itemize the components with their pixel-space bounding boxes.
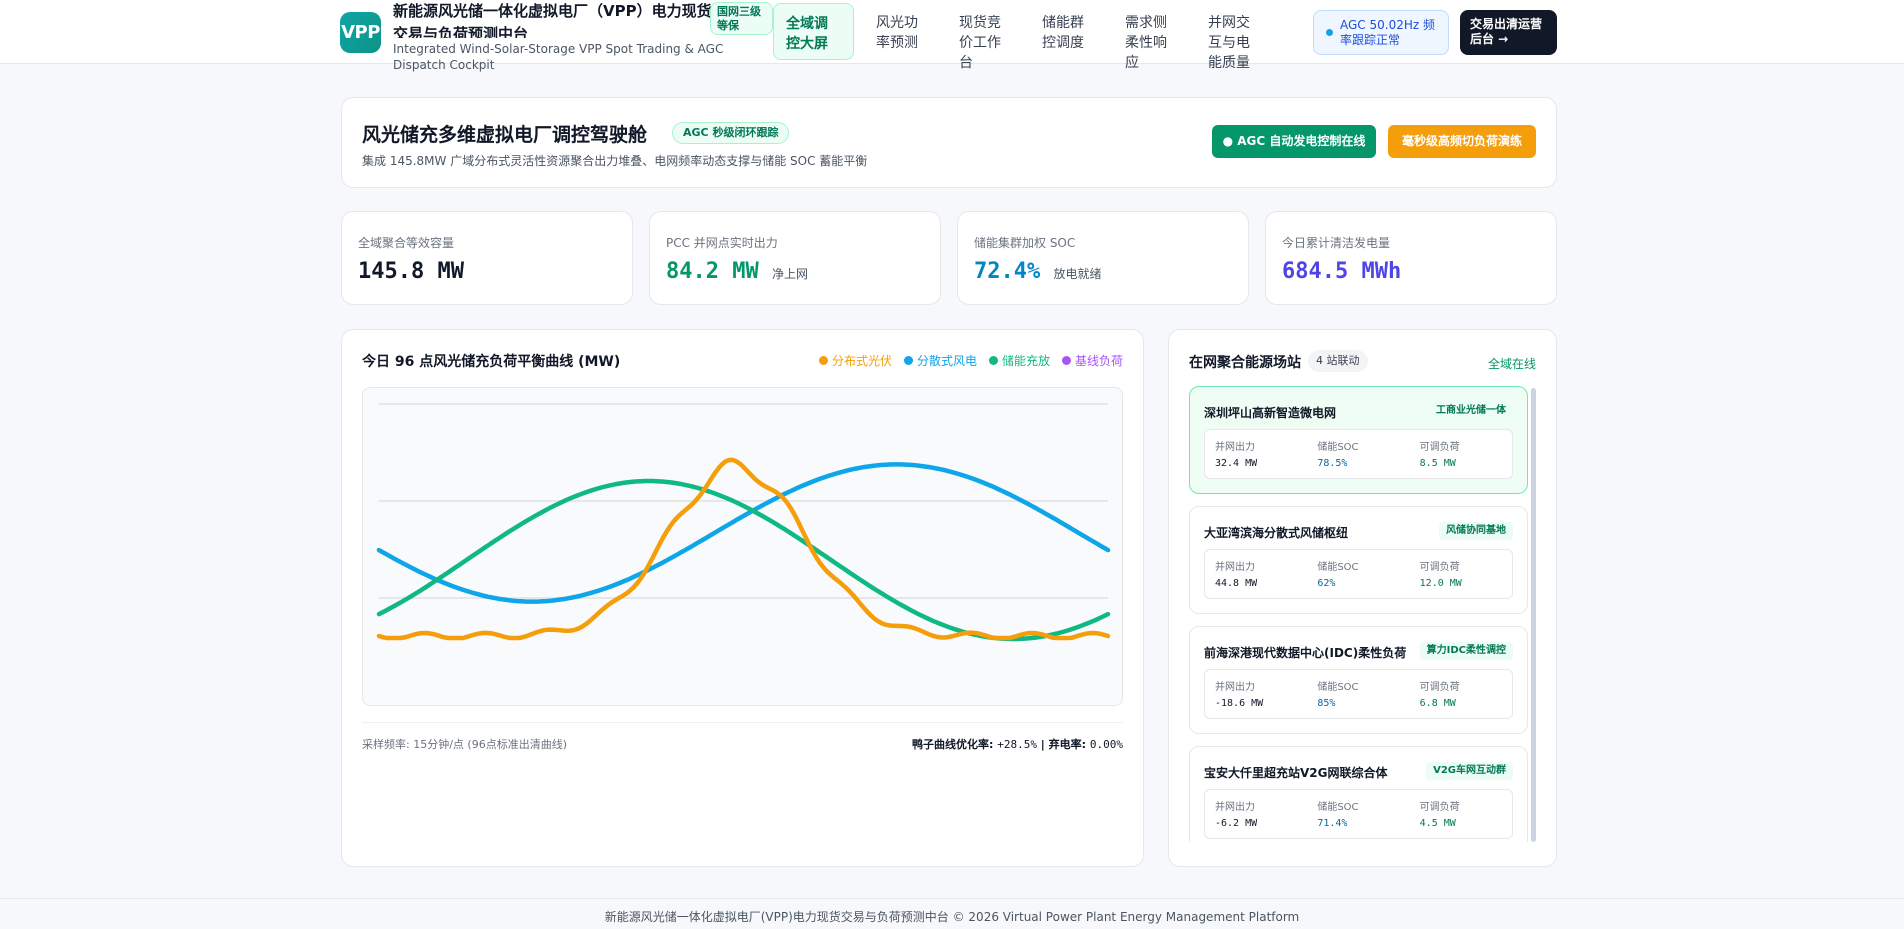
legend-item-wind[interactable]: 分散式风电 <box>903 352 977 369</box>
kpi-card-pcc-output: PCC 并网点实时出力 84.2 MW 净上网 <box>649 211 941 305</box>
station-card[interactable]: 宝安大仟里超充站V2G网联综合体 V2G车网互动群 并网出力 -6.2 MW 储能… <box>1189 746 1528 842</box>
trading-admin-button[interactable]: 交易出清运营后台 → <box>1460 10 1557 55</box>
station-card[interactable]: 大亚湾滨海分散式风储枢纽 风储协同基地 并网出力 44.8 MW 储能SOC 62%… <box>1189 506 1528 614</box>
stations-panel: 在网聚合能源场站 4 站联动 全域在线 深圳坪山高新智造微电网 工商业光储一体 … <box>1168 329 1557 867</box>
balance-chart-svg <box>376 403 1111 642</box>
stations-list[interactable]: 深圳坪山高新智造微电网 工商业光储一体 并网出力 32.4 MW 储能SOC 78.… <box>1189 386 1528 842</box>
station-tag: V2G车网互动群 <box>1426 762 1513 780</box>
app-title: 新能源风光储一体化虚拟电厂（VPP）电力现货交易与负荷预测中台 <box>393 2 712 38</box>
kpi-card-capacity: 全域聚合等效容量 145.8 MW <box>341 211 633 305</box>
station-metrics: 并网出力 -18.6 MW 储能SOC 85% 可调负荷 6.8 MW <box>1204 669 1513 719</box>
station-tag: 算力IDC柔性调控 <box>1419 642 1513 660</box>
vpp-logo[interactable]: VPP <box>340 12 381 53</box>
kpi-value: 72.4% 放电就绪 <box>974 259 1102 284</box>
legend-item-solar[interactable]: 分布式光伏 <box>818 352 892 369</box>
nav-tab-storage[interactable]: 储能群控调度 <box>1030 3 1107 60</box>
agc-status-text: AGC 50.02Hz 频率跟踪正常 <box>1340 18 1435 47</box>
legend-item-storage[interactable]: 储能充放 <box>988 352 1050 369</box>
chart-legend: 分布式光伏 分散式风电 储能充放 基线负荷 <box>807 352 1123 369</box>
kpi-value: 684.5 MWh <box>1282 259 1402 284</box>
page-footer: 新能源风光储一体化虚拟电厂(VPP)电力现货交易与负荷预测中台 © 2026 V… <box>0 898 1904 929</box>
main-nav: 全域调控大屏 风光功率预测 现货竞价工作台 储能群控调度 需求侧柔性响应 并网交… <box>773 3 1279 71</box>
status-dot-icon <box>1326 29 1333 36</box>
nav-tab-demand-response[interactable]: 需求侧柔性响应 <box>1113 3 1190 71</box>
station-name: 深圳坪山高新智造微电网 <box>1204 406 1337 420</box>
hero-description: 集成 145.8MW 广域分布式灵活性资源聚合出力堆叠、电网频率动态支撑与储能 … <box>362 154 868 168</box>
legend-dot-icon <box>903 356 913 365</box>
station-metrics: 并网出力 44.8 MW 储能SOC 62% 可调负荷 12.0 MW <box>1204 549 1513 599</box>
station-tag: 工商业光储一体 <box>1429 402 1513 420</box>
kpi-card-storage-soc: 储能集群加权 SOC 72.4% 放电就绪 <box>957 211 1249 305</box>
kpi-value: 145.8 MW <box>358 259 464 284</box>
legend-dot-icon <box>988 356 998 365</box>
divider <box>362 722 1123 723</box>
chart-title: 今日 96 点风光储充负荷平衡曲线 (MW) <box>362 354 621 370</box>
stations-scrollbar[interactable] <box>1531 388 1536 842</box>
load-shedding-drill-button[interactable]: 毫秒级高频切负荷演练 <box>1388 125 1536 158</box>
agc-online-button[interactable]: ● AGC 自动发电控制在线 <box>1212 125 1376 158</box>
hero-panel: 风光储充多维虚拟电厂调控驾驶舱 AGC 秒级闭环跟踪 集成 145.8MW 广域… <box>341 97 1557 188</box>
optimization-stats: 鸭子曲线优化率: +28.5% | 弃电率: 0.00% <box>911 738 1123 751</box>
chart-plot-area <box>362 387 1123 706</box>
security-level-badge: 国网三级等保 <box>710 2 773 35</box>
stations-title: 在网聚合能源场站 <box>1189 355 1301 371</box>
nav-tab-forecast[interactable]: 风光功率预测 <box>864 3 941 60</box>
station-card[interactable]: 前海深港现代数据中心(IDC)柔性负荷 算力IDC柔性调控 并网出力 -18.6 … <box>1189 626 1528 734</box>
sampling-note: 采样频率: 15分钟/点 (96点标准出清曲线) <box>362 738 567 751</box>
legend-dot-icon <box>818 356 828 365</box>
station-metrics: 并网出力 -6.2 MW 储能SOC 71.4% 可调负荷 4.5 MW <box>1204 789 1513 839</box>
legend-item-baseline[interactable]: 基线负荷 <box>1061 352 1123 369</box>
kpi-label: PCC 并网点实时出力 <box>666 236 778 250</box>
station-name: 前海深港现代数据中心(IDC)柔性负荷 <box>1204 646 1407 660</box>
station-name: 宝安大仟里超充站V2G网联综合体 <box>1204 766 1388 780</box>
top-header: VPP 新能源风光储一体化虚拟电厂（VPP）电力现货交易与负荷预测中台 Inte… <box>0 0 1904 72</box>
station-tag: 风储协同基地 <box>1439 522 1513 540</box>
series-line-solar <box>376 457 1111 641</box>
nav-tab-spot-bidding[interactable]: 现货竞价工作台 <box>947 3 1024 71</box>
balance-chart-panel: 今日 96 点风光储充负荷平衡曲线 (MW) 分布式光伏 分散式风电 储能充放 … <box>341 329 1144 867</box>
series-line-wind <box>376 462 1111 604</box>
station-metrics: 并网出力 32.4 MW 储能SOC 78.5% 可调负荷 8.5 MW <box>1204 429 1513 479</box>
series-line-storage <box>376 478 1111 642</box>
hero-title: 风光储充多维虚拟电厂调控驾驶舱 <box>362 124 648 146</box>
app-subtitle: Integrated Wind-Solar-Storage VPP Spot T… <box>393 42 724 72</box>
kpi-label: 全域聚合等效容量 <box>358 236 455 250</box>
kpi-card-clean-energy: 今日累计清洁发电量 684.5 MWh <box>1265 211 1557 305</box>
stations-count-badge: 4 站联动 <box>1308 350 1368 372</box>
stations-online-status[interactable]: 全域在线 <box>1488 355 1536 372</box>
nav-tab-dashboard[interactable]: 全域调控大屏 <box>773 3 854 60</box>
hero-badge: AGC 秒级闭环跟踪 <box>672 122 790 144</box>
station-card[interactable]: 深圳坪山高新智造微电网 工商业光储一体 并网出力 32.4 MW 储能SOC 78.… <box>1189 386 1528 494</box>
kpi-label: 今日累计清洁发电量 <box>1282 236 1391 250</box>
legend-dot-icon <box>1061 356 1071 365</box>
kpi-label: 储能集群加权 SOC <box>974 236 1076 250</box>
kpi-value: 84.2 MW 净上网 <box>666 259 808 284</box>
station-name: 大亚湾滨海分散式风储枢纽 <box>1204 526 1349 540</box>
agc-status-pill[interactable]: AGC 50.02Hz 频率跟踪正常 <box>1313 10 1449 55</box>
nav-tab-grid-quality[interactable]: 并网交互与电能质量 <box>1196 3 1273 71</box>
